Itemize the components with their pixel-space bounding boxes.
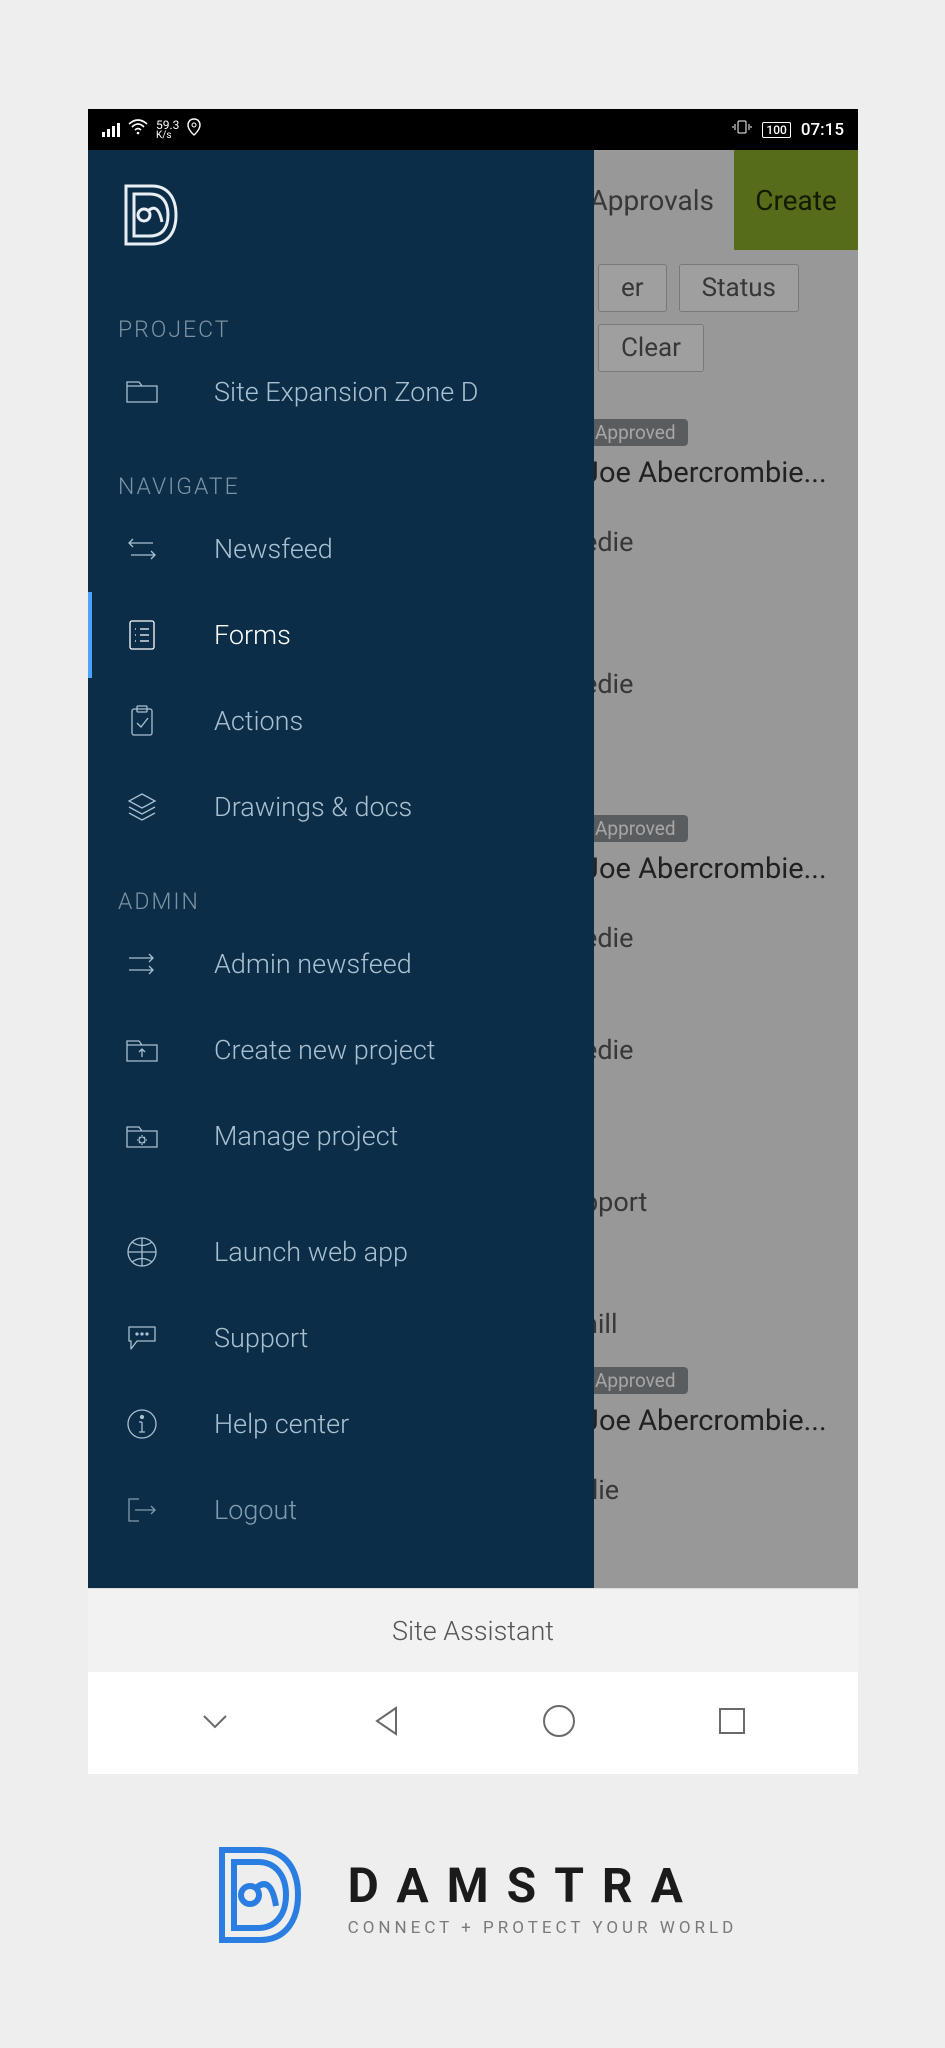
list-item[interactable]: hill: [583, 1308, 844, 1340]
list-item[interactable]: Approved Joe Abercrombie... edie: [583, 414, 844, 558]
nav-admin-newsfeed[interactable]: Admin newsfeed: [88, 921, 594, 1007]
item-sub: edie: [583, 922, 844, 954]
nav-newsfeed[interactable]: Newsfeed: [88, 506, 594, 592]
nav-label: Forms: [214, 619, 291, 651]
folder-upload-icon: [122, 1035, 162, 1065]
clock: 07:15: [801, 120, 844, 140]
tab-approvals[interactable]: Approvals: [589, 184, 714, 217]
item-sub: pport: [583, 1186, 844, 1218]
nav-drawings[interactable]: Drawings & docs: [88, 764, 594, 850]
forms-icon: [122, 618, 162, 652]
logout-icon: [122, 1495, 162, 1525]
nav-forms[interactable]: Forms: [88, 592, 594, 678]
nav-help-center[interactable]: Help center: [88, 1381, 594, 1467]
brand-name: DAMSTRA: [348, 1857, 701, 1914]
item-name: Joe Abercrombie...: [583, 1404, 844, 1438]
create-button[interactable]: Create: [734, 150, 858, 250]
folder-gear-icon: [122, 1121, 162, 1151]
brand-tagline: CONNECT + PROTECT YOUR WORLD: [348, 1918, 738, 1938]
brand-logo-icon: [208, 1840, 304, 1954]
network-speed: 59.3 K/s: [156, 119, 179, 141]
nav-support[interactable]: Support: [88, 1295, 594, 1381]
nav-label: Create new project: [214, 1034, 435, 1066]
nav-label: Support: [214, 1322, 308, 1354]
nav-create-project[interactable]: Create new project: [88, 1007, 594, 1093]
item-sub: die: [583, 1474, 844, 1506]
list-item[interactable]: Approved Joe Abercrombie... edie: [583, 810, 844, 954]
nav-label: Manage project: [214, 1120, 398, 1152]
phone-frame: 59.3 K/s 100 07:15 Approvals Create: [88, 109, 858, 1774]
status-badge: Approved: [583, 1367, 688, 1394]
location-icon: [187, 118, 201, 141]
nav-actions[interactable]: Actions: [88, 678, 594, 764]
brand-footer: DAMSTRA CONNECT + PROTECT YOUR WORLD: [0, 1840, 945, 1954]
nav-label: Logout: [214, 1494, 297, 1526]
section-admin: ADMIN: [88, 850, 594, 921]
signal-icon: [102, 123, 120, 137]
section-project: PROJECT: [88, 278, 594, 349]
list-item[interactable]: edie: [583, 1034, 844, 1066]
nav-label: Help center: [214, 1408, 349, 1440]
folder-icon: [122, 378, 162, 406]
keyboard-hide-icon[interactable]: [198, 1710, 232, 1736]
back-icon[interactable]: [371, 1704, 401, 1742]
app-logo: [88, 150, 594, 278]
list-item[interactable]: Approved Joe Abercrombie... die: [583, 1362, 844, 1506]
nav-label: Newsfeed: [214, 533, 333, 565]
item-sub: edie: [583, 668, 844, 700]
filter-status[interactable]: Status: [679, 264, 799, 312]
nav-manage-project[interactable]: Manage project: [88, 1093, 594, 1179]
nav-logout[interactable]: Logout: [88, 1467, 594, 1553]
site-assistant-bar[interactable]: Site Assistant: [88, 1588, 858, 1672]
list-item[interactable]: pport: [583, 1186, 844, 1218]
android-status-bar: 59.3 K/s 100 07:15: [88, 109, 858, 150]
project-name: Site Expansion Zone D: [214, 376, 479, 408]
nav-drawer: PROJECT Site Expansion Zone D NAVIGATE N…: [88, 150, 594, 1588]
exchange-icon: [122, 535, 162, 563]
nav-label: Drawings & docs: [214, 791, 412, 823]
android-nav-bar: [88, 1672, 858, 1774]
battery-level: 100: [762, 122, 790, 138]
chat-icon: [122, 1323, 162, 1353]
status-badge: Approved: [583, 419, 688, 446]
status-badge: Approved: [583, 815, 688, 842]
project-selector[interactable]: Site Expansion Zone D: [88, 349, 594, 435]
filter-clear[interactable]: Clear: [598, 324, 704, 372]
nav-label: Launch web app: [214, 1236, 408, 1268]
home-icon[interactable]: [541, 1703, 577, 1743]
item-name: Joe Abercrombie...: [583, 852, 844, 886]
vibrate-icon: [732, 119, 752, 140]
item-sub: hill: [583, 1308, 844, 1340]
exchange-right-icon: [122, 950, 162, 978]
globe-icon: [122, 1235, 162, 1269]
item-sub: edie: [583, 526, 844, 558]
section-navigate: NAVIGATE: [88, 435, 594, 506]
recent-icon[interactable]: [716, 1705, 748, 1741]
nav-label: Actions: [214, 705, 303, 737]
filter-chip[interactable]: er: [598, 264, 667, 312]
nav-launch-web[interactable]: Launch web app: [88, 1209, 594, 1295]
list-item[interactable]: edie: [583, 668, 844, 700]
item-sub: edie: [583, 1034, 844, 1066]
site-assistant-label: Site Assistant: [392, 1615, 554, 1647]
item-name: Joe Abercrombie...: [583, 456, 844, 490]
info-icon: [122, 1407, 162, 1441]
nav-label: Admin newsfeed: [214, 948, 412, 980]
wifi-icon: [128, 119, 148, 140]
clipboard-check-icon: [122, 704, 162, 738]
layers-icon: [122, 791, 162, 823]
